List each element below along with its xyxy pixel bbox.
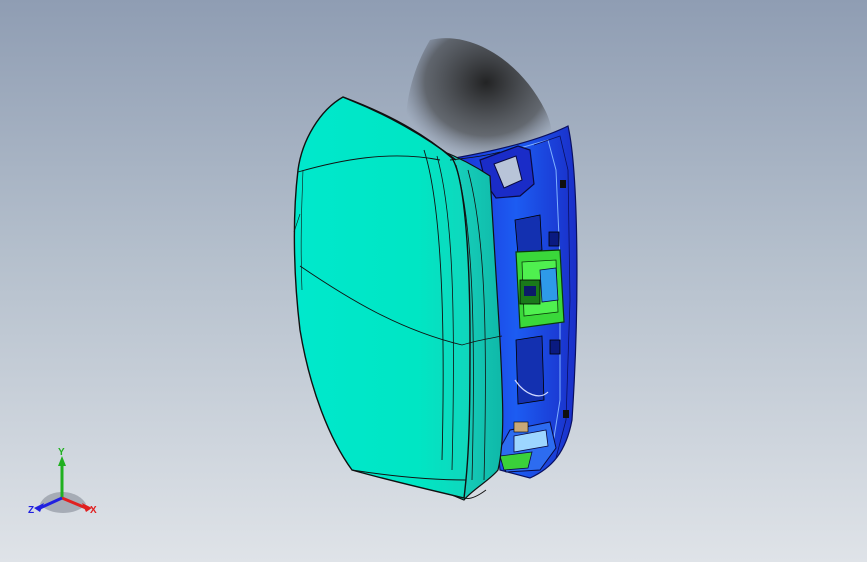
frame-slot [549,339,561,355]
view-orientation-triad[interactable]: Y X Z [22,448,106,524]
frame-slot [563,410,569,418]
triad-x-label: X [90,505,97,516]
triad-y-label: Y [58,447,65,458]
graphics-viewport[interactable]: Y X Z [0,0,867,562]
hood-outer-panel[interactable] [293,96,471,499]
hood-body[interactable] [293,96,504,501]
triad-z-label: Z [28,505,35,516]
model-canvas[interactable] [0,0,867,562]
frame-slot [548,231,560,247]
green-latch-assembly[interactable] [515,249,565,329]
frame-slot [560,180,566,188]
